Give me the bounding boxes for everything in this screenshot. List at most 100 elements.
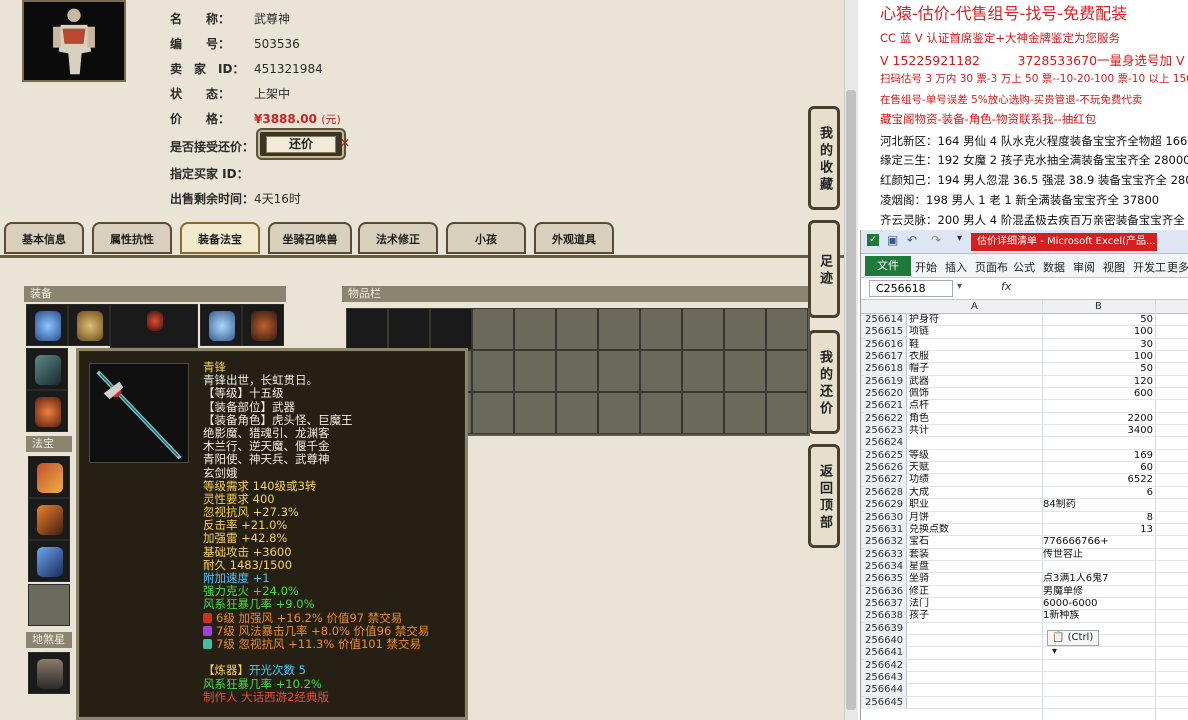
equip-slot-belt[interactable] xyxy=(242,304,284,346)
tab-basic[interactable]: 基本信息 xyxy=(4,222,84,254)
row-number[interactable]: 256629 xyxy=(861,499,907,512)
row-number[interactable]: 256640 xyxy=(861,634,907,647)
row-number[interactable]: 256628 xyxy=(861,486,907,499)
save-icon[interactable]: ▣ xyxy=(887,233,898,247)
cell-a[interactable]: 角色 xyxy=(909,413,1041,425)
cell-a[interactable]: 武器 xyxy=(909,376,1041,388)
inventory-slot[interactable] xyxy=(514,350,556,392)
cell-b[interactable]: 1新种族 xyxy=(1043,610,1153,622)
inventory-slot[interactable] xyxy=(472,308,514,350)
row-number[interactable]: 256617 xyxy=(861,351,907,364)
cell-b[interactable]: 男魔单修 xyxy=(1043,586,1153,598)
ribbon-tab-formulas[interactable]: 公式 xyxy=(1013,259,1035,275)
fabao-slot-1[interactable] xyxy=(28,456,70,498)
quick-access-dropdown-icon[interactable]: ▾ xyxy=(957,233,962,244)
cell-a[interactable]: 功绩 xyxy=(909,474,1041,486)
cell-a[interactable]: 孩子 xyxy=(909,610,1041,622)
cell-b[interactable]: 6522 xyxy=(1043,474,1153,486)
star-slot-1[interactable] xyxy=(28,652,70,694)
row-number[interactable]: 256630 xyxy=(861,511,907,524)
equip-slot-shoes[interactable] xyxy=(26,390,68,432)
inventory-slot[interactable] xyxy=(388,308,430,350)
footprint-button[interactable]: 足迹 xyxy=(808,220,840,318)
equip-slot-weapon[interactable] xyxy=(26,348,68,390)
cell-a[interactable]: 职业 xyxy=(909,499,1041,511)
redo-icon[interactable]: ↷ xyxy=(931,233,941,247)
cell-a[interactable]: 点杆 xyxy=(909,400,1041,412)
fabao-slot-4[interactable] xyxy=(28,584,70,626)
my-favorites-button[interactable]: 我的收藏 xyxy=(808,106,840,210)
row-number[interactable]: 256633 xyxy=(861,548,907,561)
row-number[interactable]: 256626 xyxy=(861,462,907,475)
inventory-slot[interactable] xyxy=(682,350,724,392)
row-number[interactable]: 256645 xyxy=(861,696,907,709)
cell-a[interactable]: 等级 xyxy=(909,450,1041,462)
cell-a[interactable]: 共计 xyxy=(909,425,1041,437)
inventory-slot[interactable] xyxy=(766,392,808,434)
ribbon-tab-more[interactable]: 更多 xyxy=(1167,259,1188,275)
row-number[interactable]: 256639 xyxy=(861,622,907,635)
cell-b[interactable]: 50 xyxy=(1043,363,1153,375)
tab-spells[interactable]: 法术修正 xyxy=(358,222,438,254)
cell-a[interactable]: 天赋 xyxy=(909,462,1041,474)
column-a-header[interactable]: A xyxy=(971,301,978,312)
row-number[interactable]: 256642 xyxy=(861,659,907,672)
bargain-button[interactable]: 还价 xyxy=(258,130,344,158)
name-box[interactable]: C256618 xyxy=(869,280,953,297)
inventory-slot[interactable] xyxy=(682,392,724,434)
tab-attributes[interactable]: 属性抗性 xyxy=(92,222,172,254)
inventory-slot[interactable] xyxy=(682,308,724,350)
inventory-slot[interactable] xyxy=(640,350,682,392)
cell-a[interactable]: 星盘 xyxy=(909,561,1041,573)
row-number[interactable]: 256624 xyxy=(861,437,907,450)
ribbon-tab-insert[interactable]: 插入 xyxy=(945,259,967,275)
tab-appearance[interactable]: 外观道具 xyxy=(534,222,614,254)
inventory-slot[interactable] xyxy=(556,392,598,434)
row-number[interactable]: 256643 xyxy=(861,671,907,684)
cell-b[interactable]: 点3满1人6鬼7 xyxy=(1043,573,1153,585)
inventory-slot[interactable] xyxy=(472,392,514,434)
cell-a[interactable]: 项链 xyxy=(909,326,1041,338)
inventory-slot[interactable] xyxy=(640,392,682,434)
row-number[interactable]: 256615 xyxy=(861,326,907,339)
scrollbar-thumb[interactable] xyxy=(846,90,856,710)
cell-a[interactable]: 法门 xyxy=(909,598,1041,610)
inventory-slot[interactable] xyxy=(598,308,640,350)
row-number[interactable]: 256623 xyxy=(861,425,907,438)
cell-b[interactable]: 600 xyxy=(1043,388,1153,400)
cell-a[interactable]: 修正 xyxy=(909,586,1041,598)
row-number[interactable]: 256632 xyxy=(861,536,907,549)
row-number[interactable]: 256638 xyxy=(861,610,907,623)
cell-b[interactable]: 776666766+ xyxy=(1043,536,1153,548)
row-number[interactable]: 256635 xyxy=(861,573,907,586)
cell-a[interactable]: 鞋 xyxy=(909,339,1041,351)
equip-slot-necklace[interactable] xyxy=(68,304,110,346)
cell-b[interactable]: 13 xyxy=(1043,524,1153,536)
cell-b[interactable]: 50 xyxy=(1043,314,1153,326)
row-number[interactable]: 256637 xyxy=(861,597,907,610)
row-number[interactable]: 256644 xyxy=(861,684,907,697)
inventory-slot[interactable] xyxy=(346,308,388,350)
inventory-slot[interactable] xyxy=(598,350,640,392)
inventory-slot[interactable] xyxy=(724,392,766,434)
inventory-slot[interactable] xyxy=(514,308,556,350)
equip-slot-helmet[interactable] xyxy=(26,304,68,346)
cell-a[interactable]: 佩饰 xyxy=(909,388,1041,400)
inventory-slot[interactable] xyxy=(640,308,682,350)
inventory-slot[interactable] xyxy=(430,308,472,350)
row-number[interactable]: 256634 xyxy=(861,560,907,573)
fx-icon[interactable]: fx xyxy=(1001,280,1011,293)
paste-options-button[interactable]: 📋 (Ctrl) ▾ xyxy=(1047,630,1099,657)
row-number[interactable]: 256619 xyxy=(861,375,907,388)
cell-a[interactable]: 帽子 xyxy=(909,363,1041,375)
inventory-slot[interactable] xyxy=(724,308,766,350)
cell-a[interactable]: 套装 xyxy=(909,549,1041,561)
cell-b[interactable]: 100 xyxy=(1043,326,1153,338)
cell-a[interactable]: 大成 xyxy=(909,487,1041,499)
row-number[interactable]: 256616 xyxy=(861,338,907,351)
cell-b[interactable]: 60 xyxy=(1043,462,1153,474)
back-to-top-button[interactable]: 返回顶部 xyxy=(808,444,840,548)
inventory-slot[interactable] xyxy=(766,350,808,392)
cell-b[interactable]: 6 xyxy=(1043,487,1153,499)
namebox-dropdown-icon[interactable]: ▾ xyxy=(957,281,962,292)
